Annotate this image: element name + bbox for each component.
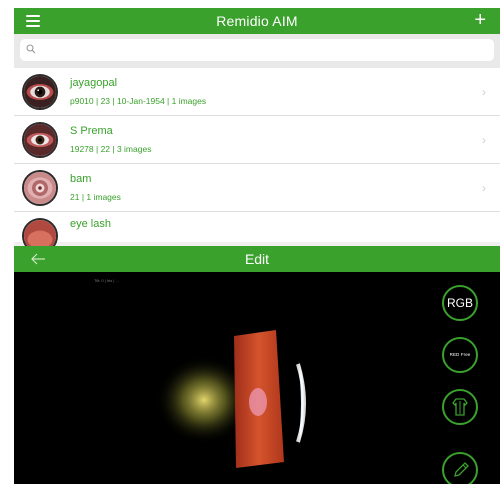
search-icon xyxy=(26,44,36,54)
patient-name: eye lash xyxy=(70,218,111,230)
chevron-right-icon: › xyxy=(482,133,486,147)
red-free-button[interactable]: RED Free xyxy=(442,337,478,373)
patient-row-bam[interactable]: bam 21 | 1 images › xyxy=(14,164,500,212)
app-title: Remidio AIM xyxy=(216,13,298,29)
edit-navbar: Edit xyxy=(14,246,500,272)
patient-name: S Prema xyxy=(70,125,113,137)
top-navbar: Remidio AIM + xyxy=(14,8,500,34)
avatar xyxy=(22,74,58,110)
patient-meta: 21 | 1 images xyxy=(70,192,121,202)
edit-screen: Edit Tilt: 0 | Iris | ... RGB RED Free xyxy=(14,246,500,484)
patient-name: bam xyxy=(70,173,92,185)
rgb-button[interactable]: RGB xyxy=(442,285,478,321)
patient-row-eye-lash[interactable]: eye lash xyxy=(14,212,500,252)
patient-name: jayagopal xyxy=(70,77,118,89)
add-patient-button[interactable]: + xyxy=(474,10,486,30)
shirt-tool-button[interactable] xyxy=(442,389,478,425)
patient-list: jayagopal p9010 | 23 | 10-Jan-1954 | 1 i… xyxy=(14,68,500,252)
pencil-tool-button[interactable] xyxy=(442,452,478,484)
edit-title: Edit xyxy=(244,251,270,267)
pencil-icon xyxy=(454,462,469,477)
chevron-right-icon: › xyxy=(482,85,486,99)
shirt-icon xyxy=(452,398,468,416)
patient-row-s-prema[interactable]: S Prema 19278 | 22 | 3 images › xyxy=(14,116,500,164)
search-bar xyxy=(14,34,500,68)
patient-row-jayagopal[interactable]: jayagopal p9010 | 23 | 10-Jan-1954 | 1 i… xyxy=(14,68,500,116)
patient-list-screen: Remidio AIM + jayagopal p9010 | 23 | 10-… xyxy=(14,8,500,252)
avatar xyxy=(22,122,58,158)
avatar xyxy=(22,170,58,206)
fundus-image-viewer[interactable]: Tilt: 0 | Iris | ... RGB RED Free xyxy=(14,272,500,484)
chevron-right-icon: › xyxy=(482,181,486,195)
fundus-image xyxy=(156,330,306,468)
patient-meta: 19278 | 22 | 3 images xyxy=(70,144,152,154)
search-input[interactable] xyxy=(40,39,488,61)
patient-meta: p9010 | 23 | 10-Jan-1954 | 1 images xyxy=(70,96,207,106)
search-box[interactable] xyxy=(20,39,494,61)
